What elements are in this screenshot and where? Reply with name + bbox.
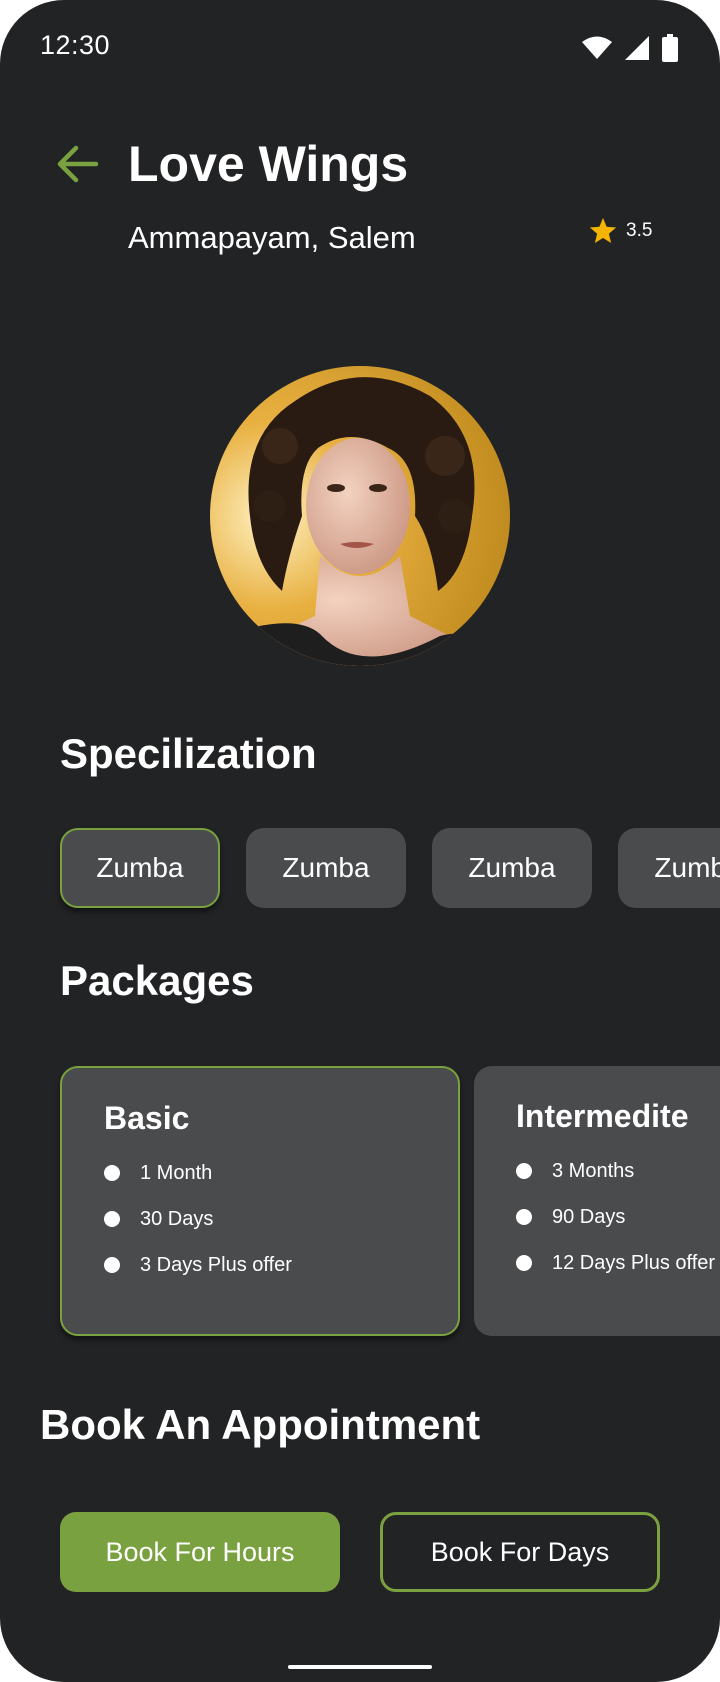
book-appointment-title: Book An Appointment — [40, 1401, 481, 1448]
specialization-title: Specilization — [60, 730, 317, 777]
home-indicator[interactable] — [288, 1665, 432, 1669]
profile-photo — [210, 366, 510, 666]
package-feature-text: 30 Days — [140, 1207, 214, 1230]
specialization-chips: Zumba Zumba Zumba Zumba — [60, 828, 720, 908]
book-for-hours-button[interactable]: Book For Hours — [60, 1512, 340, 1592]
package-feature-text: 12 Days Plus offer — [552, 1251, 716, 1274]
page-title: Love Wings — [128, 136, 409, 192]
location-text: Ammapayam, Salem — [128, 220, 416, 255]
specialization-chip[interactable]: Zumba — [60, 828, 220, 908]
bullet-icon — [516, 1163, 532, 1179]
arrow-left-icon — [57, 145, 99, 183]
status-time: 12:30 — [40, 30, 111, 60]
battery-icon — [662, 34, 678, 62]
avatar — [210, 366, 510, 666]
package-name: Basic — [104, 1100, 190, 1136]
bullet-icon — [516, 1209, 532, 1225]
specialization-chip[interactable]: Zumba — [618, 828, 720, 908]
bullet-icon — [104, 1165, 120, 1181]
cellular-signal-icon — [625, 36, 649, 60]
back-button[interactable] — [54, 140, 102, 188]
star-icon — [589, 217, 617, 243]
package-feature-text: 1 Month — [140, 1161, 213, 1184]
specialization-chip[interactable]: Zumba — [432, 828, 592, 908]
package-feature: 30 Days — [104, 1196, 416, 1242]
package-feature: 12 Days Plus offer — [516, 1240, 720, 1286]
package-feature: 3 Months — [516, 1148, 720, 1194]
bullet-icon — [516, 1255, 532, 1271]
package-feature: 90 Days — [516, 1194, 720, 1240]
package-feature-text: 3 Months — [552, 1159, 635, 1182]
specialization-chip[interactable]: Zumba — [246, 828, 406, 908]
package-feature-text: 90 Days — [552, 1205, 626, 1228]
rating: 3.5 — [588, 216, 652, 246]
packages-list: Basic 1 Month 30 Days 3 Days Plus offer … — [60, 1066, 720, 1336]
bullet-icon — [104, 1211, 120, 1227]
package-name: Intermedite — [516, 1098, 689, 1134]
book-for-days-button[interactable]: Book For Days — [380, 1512, 660, 1592]
packages-title: Packages — [60, 957, 254, 1004]
package-feature: 3 Days Plus offer — [104, 1242, 416, 1288]
package-card-intermediate[interactable]: Intermedite 3 Months 90 Days 12 Days Plu… — [474, 1066, 720, 1336]
status-icons — [582, 34, 678, 62]
package-feature: 1 Month — [104, 1150, 416, 1196]
app-screen: 12:30 Love Wings Ammapayam, Salem 3.5 Sp… — [0, 0, 720, 1682]
package-card-basic[interactable]: Basic 1 Month 30 Days 3 Days Plus offer — [60, 1066, 460, 1336]
bullet-icon — [104, 1257, 120, 1273]
rating-value: 3.5 — [626, 220, 653, 241]
status-bar: 12:30 — [0, 0, 720, 100]
wifi-icon — [582, 36, 612, 59]
package-feature-text: 3 Days Plus offer — [140, 1253, 292, 1276]
